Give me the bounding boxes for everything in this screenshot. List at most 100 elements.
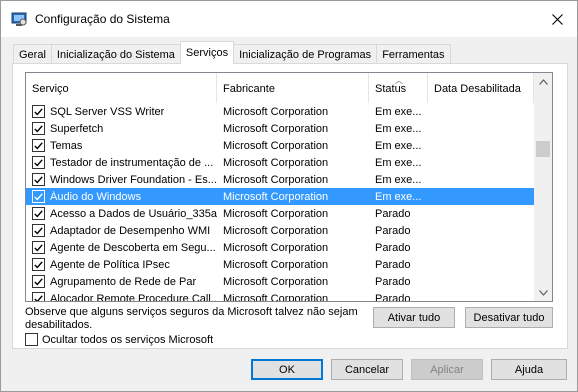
column-header-service[interactable]: Serviço <box>26 73 217 103</box>
table-row[interactable]: Temas Microsoft Corporation Em exe... <box>26 137 534 154</box>
service-maker: Microsoft Corporation <box>223 224 329 237</box>
tab-tools[interactable]: Ferramentas <box>376 44 451 64</box>
chevron-up-icon <box>538 78 548 85</box>
table-row[interactable]: SQL Server VSS Writer Microsoft Corporati… <box>26 103 534 120</box>
scroll-thumb[interactable] <box>536 141 550 157</box>
service-name-cell: Windows Driver Foundation - Es... <box>26 173 217 186</box>
service-name-cell: Adaptador de Desempenho WMI <box>26 224 217 237</box>
service-name-cell: Superfetch <box>26 122 217 135</box>
apply-button[interactable]: Aplicar <box>411 359 483 380</box>
service-checkbox[interactable] <box>32 156 45 169</box>
checkmark-icon <box>34 209 43 218</box>
service-checkbox[interactable] <box>32 207 45 220</box>
table-row[interactable]: Acesso a Dados de Usuário_335ac Microsoft… <box>26 205 534 222</box>
service-maker: Microsoft Corporation <box>223 292 329 302</box>
hide-microsoft-checkbox[interactable] <box>25 333 38 346</box>
service-maker: Microsoft Corporation <box>223 156 329 169</box>
service-maker: Microsoft Corporation <box>223 241 329 254</box>
title-bar: Configuração do Sistema <box>1 1 577 37</box>
service-name-cell: Áudio do Windows <box>26 190 217 203</box>
services-panel: Serviço Fabricante ︿ Status Data Desabil… <box>12 63 568 349</box>
hide-microsoft-services[interactable]: Ocultar todos os serviços Microsoft <box>25 333 213 346</box>
service-name-cell: Agente de Política IPsec <box>26 258 217 271</box>
service-status: Em exe... <box>375 156 422 169</box>
service-checkbox[interactable] <box>32 173 45 186</box>
table-row[interactable]: Alocador Remote Procedure Call... Microso… <box>26 290 534 302</box>
service-checkbox[interactable] <box>32 292 45 301</box>
table-row[interactable]: Agente de Política IPsec Microsoft Corpor… <box>26 256 534 273</box>
service-status: Em exe... <box>375 105 422 118</box>
service-checkbox[interactable] <box>32 122 45 135</box>
scroll-down-button[interactable] <box>534 284 552 301</box>
service-checkbox[interactable] <box>32 241 45 254</box>
service-status: Em exe... <box>375 122 422 135</box>
column-header-maker[interactable]: Fabricante <box>217 73 369 103</box>
service-name: Temas <box>50 139 83 152</box>
services-list[interactable]: Serviço Fabricante ︿ Status Data Desabil… <box>25 72 553 302</box>
service-name: Áudio do Windows <box>50 190 142 203</box>
cancel-button[interactable]: Cancelar <box>331 359 403 380</box>
service-name: Agente de Descoberta em Segu... <box>50 241 216 254</box>
tab-boot[interactable]: Inicialização do Sistema <box>50 44 181 64</box>
service-checkbox[interactable] <box>32 224 45 237</box>
table-row[interactable]: Adaptador de Desempenho WMI Microsoft Cor… <box>26 222 534 239</box>
service-maker: Microsoft Corporation <box>223 173 329 186</box>
service-name-cell: Acesso a Dados de Usuário_335ac <box>26 207 217 220</box>
checkmark-icon <box>34 107 43 116</box>
checkmark-icon <box>34 192 43 201</box>
checkmark-icon <box>34 158 43 167</box>
service-name-cell: Agente de Descoberta em Segu... <box>26 241 217 254</box>
vertical-scrollbar[interactable] <box>534 73 552 301</box>
service-checkbox[interactable] <box>32 275 45 288</box>
system-config-window: Configuração do Sistema Geral Inicializa… <box>0 0 578 392</box>
scroll-up-button[interactable] <box>534 73 552 90</box>
ok-button[interactable]: OK <box>251 359 323 380</box>
service-name-cell: Temas <box>26 139 217 152</box>
service-maker: Microsoft Corporation <box>223 207 329 220</box>
checkmark-icon <box>34 260 43 269</box>
service-name-cell: Agrupamento de Rede de Par <box>26 275 217 288</box>
service-status: Parado <box>375 292 411 302</box>
service-rows: SQL Server VSS Writer Microsoft Corporati… <box>26 103 534 302</box>
service-status: Parado <box>375 275 411 288</box>
service-checkbox[interactable] <box>32 258 45 271</box>
warning-note: Observe que alguns serviços seguros da M… <box>25 306 358 331</box>
service-maker: Microsoft Corporation <box>223 122 329 135</box>
service-maker: Microsoft Corporation <box>223 190 329 203</box>
table-row[interactable]: Testador de instrumentação de ... Microso… <box>26 154 534 171</box>
service-checkbox[interactable] <box>32 105 45 118</box>
service-name: Windows Driver Foundation - Es... <box>50 173 217 186</box>
tab-services[interactable]: Serviços <box>179 41 235 64</box>
service-status: Parado <box>375 224 411 237</box>
service-checkbox[interactable] <box>32 139 45 152</box>
disable-all-button[interactable]: Desativar tudo <box>465 307 553 328</box>
tab-general[interactable]: Geral <box>13 44 52 64</box>
service-name: Testador de instrumentação de ... <box>50 156 214 169</box>
checkmark-icon <box>34 141 43 150</box>
service-status: Em exe... <box>375 190 422 203</box>
close-button[interactable] <box>537 1 577 37</box>
column-header-status[interactable]: ︿ Status <box>369 73 428 103</box>
help-button[interactable]: Ajuda <box>491 359 567 380</box>
checkmark-icon <box>34 294 43 301</box>
service-name: Superfetch <box>50 122 104 135</box>
service-status: Em exe... <box>375 139 422 152</box>
service-status: Parado <box>375 207 411 220</box>
service-name: SQL Server VSS Writer <box>50 105 165 118</box>
service-checkbox[interactable] <box>32 190 45 203</box>
service-name: Acesso a Dados de Usuário_335ac <box>50 207 217 220</box>
enable-all-button[interactable]: Ativar tudo <box>373 307 455 328</box>
tab-startup[interactable]: Inicialização de Programas <box>233 44 378 64</box>
service-name: Alocador Remote Procedure Call... <box>50 292 217 302</box>
service-name: Agente de Política IPsec <box>50 258 170 271</box>
hide-microsoft-label: Ocultar todos os serviços Microsoft <box>42 333 214 346</box>
window-title: Configuração do Sistema <box>35 12 170 26</box>
table-row[interactable]: Superfetch Microsoft Corporation Em exe... <box>26 120 534 137</box>
checkmark-icon <box>34 277 43 286</box>
column-header-disabled-date[interactable]: Data Desabilitada <box>428 73 534 103</box>
service-maker: Microsoft Corporation <box>223 258 329 271</box>
table-row[interactable]: Windows Driver Foundation - Es... Microso… <box>26 171 534 188</box>
table-row[interactable]: Agente de Descoberta em Segu... Microsoft… <box>26 239 534 256</box>
table-row[interactable]: Agrupamento de Rede de Par Microsoft Corp… <box>26 273 534 290</box>
table-row[interactable]: Áudio do Windows Microsoft Corporation Em … <box>26 188 534 205</box>
